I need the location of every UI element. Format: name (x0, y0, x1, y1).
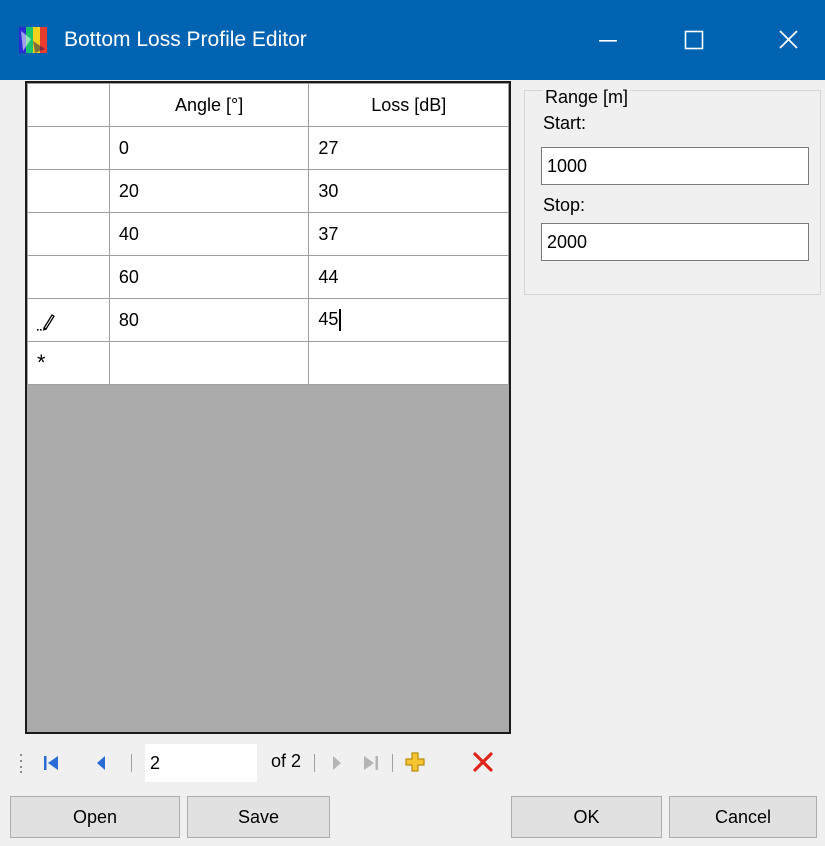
angle-cell[interactable]: 80 (108, 298, 310, 342)
column-header-angle[interactable]: Angle [°] (108, 83, 310, 127)
add-new-icon[interactable] (404, 751, 426, 773)
separator (314, 754, 315, 772)
count-label: of 2 (271, 751, 302, 771)
angle-cell[interactable]: 60 (108, 255, 310, 299)
stop-input[interactable]: 2000 (541, 223, 809, 261)
grid-header-row: Angle [°] Loss [dB] (27, 83, 509, 127)
table-row: 20 30 (27, 169, 509, 213)
title-bar: Bottom Loss Profile Editor (0, 0, 825, 80)
row-header[interactable] (27, 298, 110, 342)
angle-cell[interactable]: 40 (108, 212, 310, 256)
row-header[interactable] (27, 255, 110, 299)
minimize-button[interactable] (566, 0, 658, 80)
stop-label: Stop: (543, 195, 586, 215)
window-title: Bottom Loss Profile Editor (64, 28, 307, 51)
grip-icon[interactable] (18, 753, 24, 773)
start-input[interactable]: 1000 (541, 147, 809, 185)
row-header[interactable] (27, 212, 110, 256)
close-icon (779, 30, 798, 49)
separator (392, 754, 393, 772)
start-label: Start: (543, 113, 587, 133)
loss-cell-value: 45 (318, 308, 339, 329)
grid-table: Angle [°] Loss [dB] 0 27 20 30 40 37 60 … (27, 83, 509, 385)
open-button[interactable]: Open (10, 796, 180, 838)
move-first-icon[interactable] (42, 754, 60, 772)
delete-icon[interactable] (472, 751, 494, 773)
table-row: 0 27 (27, 126, 509, 170)
maximize-icon (684, 30, 704, 50)
row-header-new[interactable]: * (27, 341, 110, 385)
loss-cell[interactable]: 44 (308, 255, 509, 299)
loss-cell[interactable]: 37 (308, 212, 509, 256)
row-header[interactable] (27, 169, 110, 213)
angle-cell[interactable]: 20 (108, 169, 310, 213)
angle-cell-new[interactable] (108, 341, 310, 385)
text-caret (339, 309, 342, 332)
loss-cell-new[interactable] (308, 341, 509, 385)
cancel-button[interactable]: Cancel (669, 796, 817, 838)
minimize-icon (599, 40, 617, 42)
pencil-icon (37, 313, 55, 331)
move-next-icon[interactable] (330, 754, 344, 772)
column-header-loss[interactable]: Loss [dB] (308, 83, 509, 127)
move-last-icon[interactable] (362, 754, 380, 772)
table-row: 40 37 (27, 212, 509, 256)
separator (131, 754, 132, 772)
range-legend: Range [m] (543, 87, 631, 108)
row-header[interactable] (27, 126, 110, 170)
loss-cell[interactable]: 27 (308, 126, 509, 170)
row-header-corner[interactable] (27, 83, 110, 127)
loss-profile-grid[interactable]: Angle [°] Loss [dB] 0 27 20 30 40 37 60 … (25, 81, 511, 734)
ok-button[interactable]: OK (511, 796, 662, 838)
move-previous-icon[interactable] (94, 754, 108, 772)
loss-cell-editing[interactable]: 45 (308, 298, 509, 342)
table-row: 60 44 (27, 255, 509, 299)
binding-navigator: 2 of 2 (18, 740, 821, 785)
close-button[interactable] (742, 0, 825, 80)
table-row-editing: 80 45 (27, 298, 509, 342)
new-row-icon: * (37, 350, 46, 375)
loss-cell[interactable]: 30 (308, 169, 509, 213)
new-row: * (27, 341, 509, 385)
position-input[interactable]: 2 (145, 744, 257, 782)
app-icon (19, 27, 47, 53)
save-button[interactable]: Save (187, 796, 330, 838)
maximize-button[interactable] (654, 0, 746, 80)
angle-cell[interactable]: 0 (108, 126, 310, 170)
